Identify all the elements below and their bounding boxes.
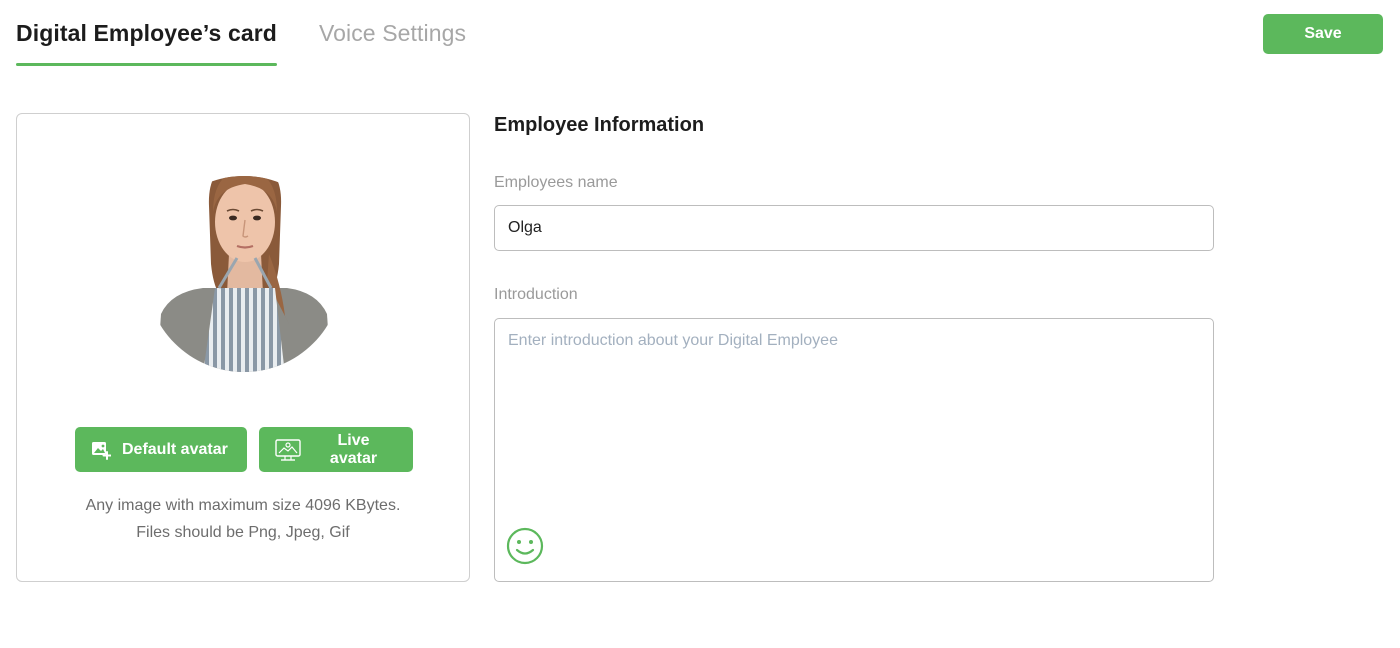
avatar-image <box>157 154 331 374</box>
employee-name-label: Employees name <box>494 174 618 191</box>
live-avatar-button[interactable]: Live avatar <box>259 427 413 472</box>
section-title-employee-information: Employee Information <box>494 114 705 136</box>
smiley-icon[interactable] <box>505 526 545 566</box>
tab-digital-employee-card[interactable]: Digital Employee’s card <box>16 0 277 66</box>
introduction-textarea[interactable] <box>495 319 1213 519</box>
avatar-card: Default avatar Live avatar Any image wit… <box>16 113 470 582</box>
avatar-upload-hint: Any image with maximum size 4096 KBytes.… <box>17 492 469 546</box>
add-image-icon <box>91 440 111 460</box>
hint-line-size: Any image with maximum size 4096 KBytes. <box>85 497 401 514</box>
introduction-box <box>494 318 1214 582</box>
introduction-label: Introduction <box>494 286 578 303</box>
hint-line-formats: Files should be Png, Jpeg, Gif <box>136 524 350 541</box>
avatar-buttons: Default avatar Live avatar <box>75 427 413 472</box>
live-avatar-label: Live avatar <box>329 431 378 467</box>
default-avatar-label: Default avatar <box>122 440 228 458</box>
employee-name-input[interactable] <box>494 205 1214 251</box>
tab-voice-settings[interactable]: Voice Settings <box>319 0 466 66</box>
default-avatar-button[interactable]: Default avatar <box>75 427 247 472</box>
tab-bar: Digital Employee’s card Voice Settings <box>16 0 508 66</box>
live-avatar-icon <box>275 438 301 462</box>
save-button[interactable]: Save <box>1263 14 1383 54</box>
